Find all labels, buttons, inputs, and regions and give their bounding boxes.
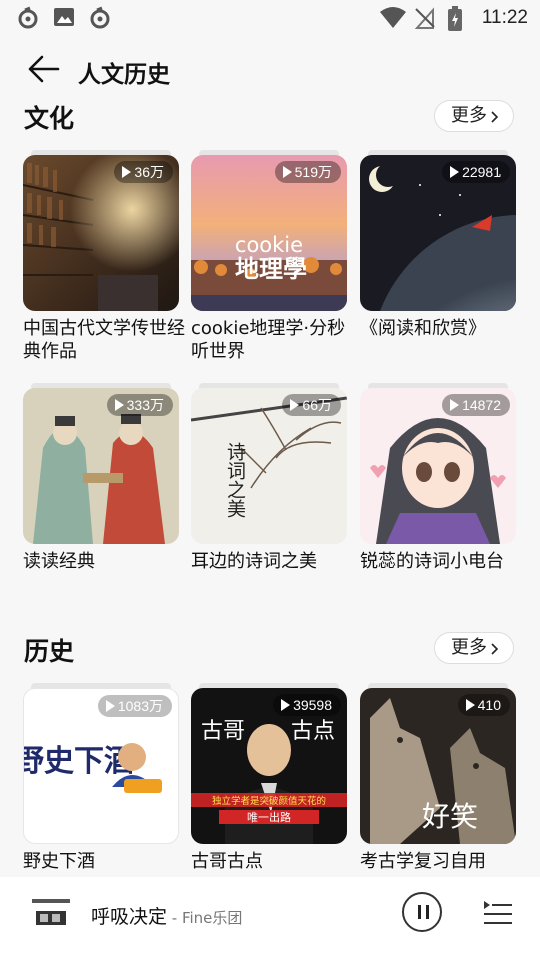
play-count-badge: 36万 bbox=[114, 161, 173, 183]
play-count-badge: 14872 bbox=[442, 394, 510, 416]
cover-text-shici: 诗词之美 bbox=[224, 442, 246, 518]
play-icon bbox=[450, 399, 460, 411]
cover-text-gudian: 古点 bbox=[291, 719, 335, 744]
album-cover: 22981 bbox=[360, 155, 516, 311]
play-icon bbox=[465, 699, 475, 711]
album-cover: cookie 地理學 519万 bbox=[191, 155, 347, 311]
section-title-culture: 文化 bbox=[24, 104, 75, 133]
album-cover: 古哥 古点 独立学者是突破颜值天花的 唯一出路 39598 bbox=[191, 688, 347, 844]
album-cover: 野史下酒 1083万 bbox=[23, 688, 179, 844]
play-count-badge: 39598 bbox=[273, 694, 341, 716]
status-time: 11:22 bbox=[481, 7, 528, 28]
battery-charging-icon bbox=[448, 6, 462, 31]
cover-text-yeshi: 野史下酒 bbox=[24, 744, 134, 779]
more-label: 更多 bbox=[451, 637, 487, 658]
cover-text-dilixue: 地理學 bbox=[235, 254, 307, 283]
play-count: 66万 bbox=[302, 397, 332, 413]
pause-icon bbox=[418, 905, 421, 919]
song-artist: - Fine乐团 bbox=[167, 909, 243, 927]
play-count: 22981 bbox=[462, 164, 501, 180]
status-bar: 11:22 bbox=[0, 0, 540, 36]
album-cover: 14872 bbox=[360, 388, 516, 544]
album-title: 锐蕊的诗词小电台 bbox=[360, 551, 504, 572]
cover-banner-2: 唯一出路 bbox=[247, 810, 291, 824]
more-button-history[interactable]: 更多 bbox=[434, 632, 514, 664]
play-icon bbox=[450, 166, 460, 178]
play-icon bbox=[114, 399, 124, 411]
back-arrow-icon[interactable] bbox=[26, 54, 60, 84]
image-icon bbox=[54, 8, 74, 26]
more-button-culture[interactable]: 更多 bbox=[434, 100, 514, 132]
play-count-badge: 410 bbox=[457, 694, 510, 716]
album-cover: 好笑 410 bbox=[360, 688, 516, 844]
wifi-icon bbox=[380, 7, 406, 28]
play-icon bbox=[122, 166, 132, 178]
now-playing-info: 呼吸决定 - Fine乐团 bbox=[91, 902, 242, 929]
play-icon bbox=[105, 700, 115, 712]
play-count: 39598 bbox=[293, 697, 332, 713]
netease-music-icon bbox=[18, 6, 38, 29]
no-signal-icon bbox=[414, 7, 435, 29]
play-count: 1083万 bbox=[117, 698, 163, 714]
album-title: 古哥古点 bbox=[191, 851, 263, 872]
pause-button[interactable] bbox=[402, 892, 442, 932]
play-count-badge: 519万 bbox=[274, 161, 341, 183]
page-header: 人文历史 bbox=[0, 40, 540, 96]
play-icon bbox=[282, 166, 292, 178]
chevron-right-icon bbox=[491, 111, 499, 123]
pause-icon-bar bbox=[426, 905, 429, 919]
album-title: cookie地理学·分秒听世界 bbox=[191, 318, 346, 362]
playlist-icon[interactable] bbox=[482, 897, 514, 929]
album-title: 中国古代文学传世经典作品 bbox=[23, 318, 185, 362]
play-count: 410 bbox=[477, 697, 501, 713]
cover-text-haoxiao: 好笑 bbox=[422, 800, 478, 833]
play-count: 333万 bbox=[126, 397, 164, 413]
cover-banner-1: 独立学者是突破颜值天花的 bbox=[212, 795, 326, 807]
play-icon bbox=[290, 399, 300, 411]
section-title-history: 历史 bbox=[24, 637, 75, 666]
album-cover: 36万 bbox=[23, 155, 179, 311]
now-playing-cover bbox=[22, 889, 80, 947]
album-cover: 333万 bbox=[23, 388, 179, 544]
album-cover: 诗词之美 66万 bbox=[191, 388, 347, 544]
album-title: 野史下酒 bbox=[23, 851, 95, 872]
more-label: 更多 bbox=[451, 105, 487, 126]
album-title: 耳边的诗词之美 bbox=[191, 551, 317, 572]
album-title: 考古学复习自用 bbox=[360, 851, 486, 872]
play-count: 36万 bbox=[134, 164, 164, 180]
page-title: 人文历史 bbox=[78, 62, 170, 88]
play-count: 14872 bbox=[462, 397, 501, 413]
play-count-badge: 333万 bbox=[106, 394, 173, 416]
now-playing-bar[interactable]: 呼吸决定 - Fine乐团 bbox=[0, 877, 540, 960]
play-count-badge: 66万 bbox=[282, 394, 341, 416]
play-count: 519万 bbox=[294, 164, 332, 180]
netease-music-icon-2 bbox=[90, 6, 110, 29]
play-count-badge: 22981 bbox=[442, 161, 510, 183]
cover-text-guge: 古哥 bbox=[201, 719, 245, 744]
play-icon bbox=[281, 699, 291, 711]
chevron-right-icon bbox=[491, 643, 499, 655]
album-title: 读读经典 bbox=[23, 551, 95, 572]
song-title: 呼吸决定 bbox=[91, 906, 168, 928]
album-title: 《阅读和欣赏》 bbox=[360, 318, 486, 339]
play-count-badge: 1083万 bbox=[97, 695, 172, 717]
